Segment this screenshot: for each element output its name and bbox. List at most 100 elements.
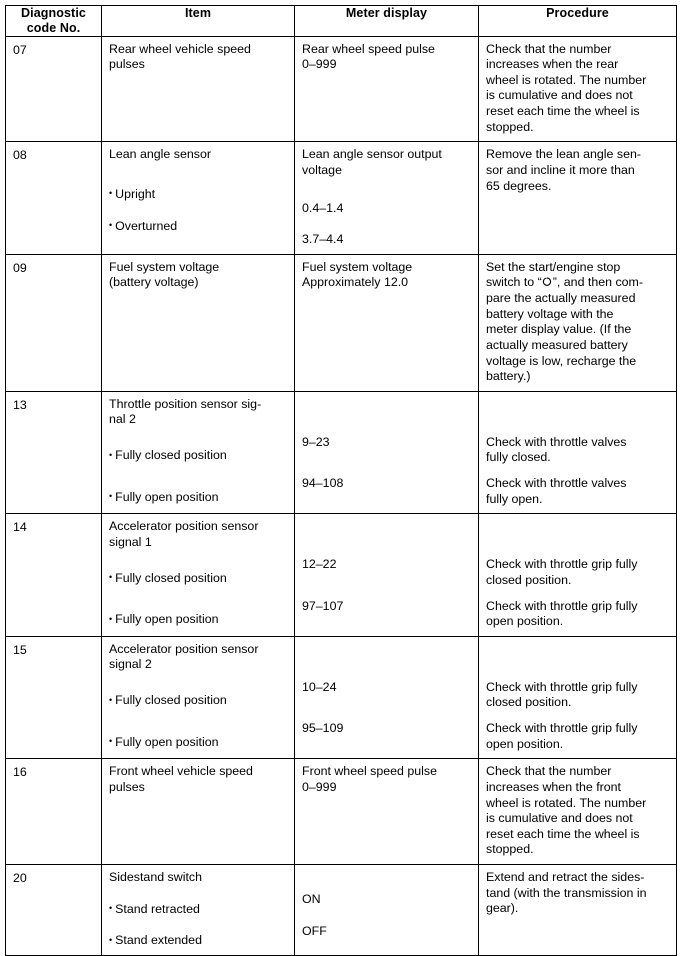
- diagnostic-code-table-page: Diagnostic code No. Item Meter display P…: [0, 0, 681, 956]
- table-row: 08 Lean angle sensor • Upright • Overturne…: [5, 141, 677, 255]
- item-bullet: • Upright: [109, 187, 288, 203]
- engine-run-symbol-icon: [542, 277, 552, 287]
- diagnostic-code-value: 14: [13, 520, 27, 535]
- procedure-line: open position.: [486, 736, 564, 751]
- procedure-line: stopped.: [486, 842, 534, 857]
- item-text-line: signal 1: [109, 534, 152, 549]
- item-bullet: • Fully closed position: [109, 571, 288, 587]
- item-bullet-label: Fully closed position: [115, 693, 227, 707]
- item-text-line: Lean angle sensor: [109, 147, 211, 162]
- column-header-procedure: Procedure: [478, 5, 677, 37]
- meter-display-value: 94–108: [302, 476, 344, 491]
- diagnostic-code-value: 13: [13, 397, 27, 412]
- procedure-line: Check that the number: [486, 764, 612, 779]
- procedure-line: is cumulative and does not: [486, 88, 633, 103]
- procedure-line: voltage is low, recharge the: [486, 353, 637, 368]
- item-bullet: • Fully open position: [109, 735, 288, 751]
- cell-meter-display: 12–22 97–107: [294, 513, 479, 637]
- procedure-line: Check with throttle valves: [486, 434, 627, 449]
- procedure-line: battery voltage with the: [486, 306, 614, 321]
- procedure-run-suffix: ”, and then com-: [552, 275, 644, 290]
- table-body: 07 Rear wheel vehicle speed pulses Rear …: [5, 35, 677, 956]
- item-text-line: Throttle position sensor sig-: [109, 396, 262, 411]
- diagnostic-code-table: Diagnostic code No. Item Meter display P…: [5, 5, 677, 956]
- diagnostic-code-value: 15: [13, 642, 27, 657]
- item-text-line: pulses: [109, 779, 145, 794]
- table-header: Diagnostic code No. Item Meter display P…: [5, 5, 677, 37]
- table-row: 13 Throttle position sensor sig- nal 2 •…: [5, 390, 677, 515]
- procedure-line: fully open.: [486, 491, 543, 506]
- item-bullet-label: Fully closed position: [115, 570, 227, 585]
- meter-display-value: OFF: [302, 923, 327, 938]
- cell-item: Rear wheel vehicle speed pulses: [101, 35, 295, 143]
- procedure-line: battery.): [486, 369, 531, 384]
- procedure-line: increases when the front: [486, 779, 621, 794]
- cell-procedure: Check with throttle grip fully closed po…: [478, 513, 677, 637]
- cell-item: Sidestand switch • Stand retracted • Stand…: [101, 864, 295, 956]
- cell-code: 14: [5, 513, 102, 637]
- cell-code: 20: [5, 864, 102, 956]
- cell-meter-display: Lean angle sensor output voltage 0.4–1.4…: [294, 141, 479, 255]
- procedure-line: Check with throttle grip fully: [486, 721, 638, 735]
- procedure-line: wheel is rotated. The number: [486, 795, 647, 810]
- item-text-line: Front wheel vehicle speed: [109, 764, 253, 779]
- meter-display-value: 97–107: [302, 598, 344, 613]
- meter-display-value: 95–109: [302, 721, 344, 736]
- item-bullet-label: Overturned: [115, 218, 178, 233]
- item-bullet: • Fully closed position: [109, 693, 288, 709]
- procedure-line: Check with throttle grip fully: [486, 557, 638, 572]
- meter-display-line: Front wheel speed pulse: [302, 764, 438, 779]
- procedure-line: Extend and retract the sides-: [486, 870, 645, 884]
- meter-display-line: Fuel system voltage: [302, 259, 413, 274]
- cell-procedure: Check with throttle grip fully closed po…: [478, 635, 677, 760]
- cell-item: Accelerator position sensor signal 1 • Fu…: [101, 513, 295, 637]
- item-text-line: Fuel system voltage: [109, 259, 220, 274]
- item-bullet: • Fully open position: [109, 612, 288, 628]
- meter-display-value: 9–23: [302, 434, 330, 449]
- procedure-line: Check with throttle valves: [486, 476, 627, 490]
- item-bullet: • Stand extended: [109, 933, 288, 949]
- diagnostic-code-value: 16: [13, 765, 27, 780]
- table-row: 16 Front wheel vehicle speed pulses Fron…: [5, 758, 677, 865]
- item-bullet-label: Fully open position: [115, 489, 219, 504]
- item-text-line: Sidestand switch: [109, 870, 202, 884]
- item-text-line: nal 2: [109, 412, 136, 427]
- procedure-line: Check with throttle grip fully: [486, 679, 638, 694]
- item-bullet: • Fully open position: [109, 490, 288, 506]
- procedure-line: 65 degrees.: [486, 178, 552, 193]
- column-header-item: Item: [101, 5, 295, 37]
- meter-display-value: 3.7–4.4: [302, 232, 344, 247]
- procedure-line: increases when the rear: [486, 57, 619, 72]
- meter-display-line: 0–999: [302, 57, 337, 72]
- procedure-line: reset each time the wheel is: [486, 826, 640, 841]
- cell-meter-display: 10–24 95–109: [294, 635, 479, 760]
- procedure-line: gear).: [486, 901, 519, 916]
- diagnostic-code-value: 09: [13, 260, 27, 275]
- item-bullet-label: Fully open position: [115, 734, 219, 749]
- item-text-line: Accelerator position sensor: [109, 641, 259, 656]
- table-row: 14 Accelerator position sensor signal 1 …: [5, 513, 677, 637]
- procedure-line: reset each time the wheel is: [486, 104, 640, 118]
- table-row: 20 Sidestand switch • Stand retracted • St…: [5, 864, 677, 956]
- item-text-line: Accelerator position sensor: [109, 519, 259, 534]
- item-bullet-label: Fully closed position: [115, 448, 227, 462]
- procedure-line: tand (with the transmission in: [486, 885, 647, 900]
- procedure-line: Check with throttle grip fully: [486, 598, 638, 613]
- diagnostic-code-value: 08: [13, 148, 27, 163]
- cell-code: 09: [5, 253, 102, 392]
- column-header-diagnostic-code: Diagnostic code No.: [5, 5, 102, 37]
- procedure-line: fully closed.: [486, 450, 551, 465]
- cell-item: Accelerator position sensor signal 2 • Fu…: [101, 635, 295, 760]
- item-bullet: • Fully closed position: [109, 448, 288, 464]
- column-header-code-line1: Diagnostic: [21, 6, 86, 20]
- cell-item: Fuel system voltage (battery voltage): [101, 253, 295, 392]
- procedure-line: Set the start/engine stop: [486, 259, 621, 274]
- item-bullet-label: Stand extended: [115, 933, 202, 948]
- procedure-line: Check that the number: [486, 41, 612, 56]
- item-bullet: • Overturned: [109, 219, 288, 235]
- meter-display-value: ON: [302, 892, 321, 906]
- cell-procedure: Check that the number increases when the…: [478, 758, 677, 865]
- cell-code: 16: [5, 758, 102, 865]
- cell-meter-display: ON OFF: [294, 864, 479, 956]
- procedure-line: pare the actually measured: [486, 291, 636, 305]
